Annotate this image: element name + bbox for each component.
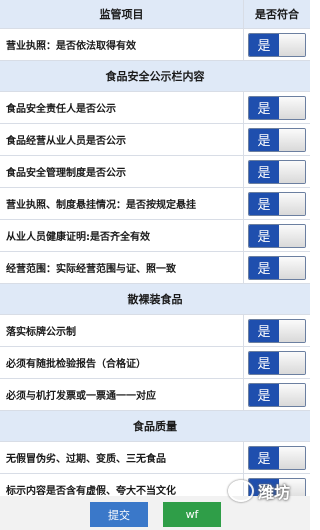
yes-toggle[interactable]: 是 <box>248 223 306 248</box>
check-item-label: 食品安全责任人是否公示 <box>6 104 116 115</box>
check-row: 经营范围：实际经营范围与证、照一致 是 <box>0 252 310 284</box>
toggle-value: 是 <box>249 446 279 469</box>
check-row: 食品安全责任人是否公示 是 <box>0 92 310 124</box>
section-header: 食品安全公示栏内容 <box>0 61 310 92</box>
toggle-value: 是 <box>249 319 279 342</box>
check-item-label: 无假冒伪劣、过期、变质、三无食品 <box>6 454 166 465</box>
status-cell: 是 <box>243 347 310 378</box>
check-row: 食品经营从业人员是否公示 是 <box>0 124 310 156</box>
toggle-knob[interactable] <box>279 128 305 151</box>
status-cell: 是 <box>243 156 310 187</box>
check-row: 从业人员健康证明:是否齐全有效 是 <box>0 220 310 252</box>
toggle-value: 是 <box>249 256 279 279</box>
toggle-value: 是 <box>249 224 279 247</box>
status-cell: 是 <box>243 442 310 473</box>
watermark-logo-icon <box>228 480 254 502</box>
toggle-value: 是 <box>249 128 279 151</box>
toggle-knob[interactable] <box>279 160 305 183</box>
toggle-knob[interactable] <box>279 224 305 247</box>
toggle-knob[interactable] <box>279 319 305 342</box>
check-button[interactable]: wf <box>163 502 221 527</box>
table-header: 监管项目 是否符合 <box>0 0 310 29</box>
toggle-knob[interactable] <box>279 383 305 406</box>
yes-toggle[interactable]: 是 <box>248 95 306 120</box>
yes-toggle[interactable]: 是 <box>248 127 306 152</box>
check-row: 营业执照、制度悬挂情况：是否按规定悬挂 是 <box>0 188 310 220</box>
status-cell: 是 <box>243 29 310 60</box>
yes-toggle[interactable]: 是 <box>248 350 306 375</box>
yes-toggle[interactable]: 是 <box>248 159 306 184</box>
watermark: 潍坊 <box>228 478 310 504</box>
yes-toggle[interactable]: 是 <box>248 191 306 216</box>
toggle-value: 是 <box>249 96 279 119</box>
header-status-label: 是否符合 <box>243 0 310 28</box>
status-cell: 是 <box>243 220 310 251</box>
toggle-value: 是 <box>249 192 279 215</box>
check-item-label: 经营范围：实际经营范围与证、照一致 <box>6 264 176 275</box>
section-header: 散裸装食品 <box>0 284 310 315</box>
check-row: 落实标牌公示制 是 <box>0 315 310 347</box>
check-item-label: 必须与机打发票或一票通一一对应 <box>6 391 156 402</box>
watermark-text: 潍坊 <box>258 483 291 502</box>
toggle-value: 是 <box>249 351 279 374</box>
yes-toggle[interactable]: 是 <box>248 32 306 57</box>
header-item-label: 监管项目 <box>99 8 144 21</box>
check-row: 食品安全管理制度是否公示 是 <box>0 156 310 188</box>
check-item-label: 必须有随批检验报告（合格证） <box>6 359 146 370</box>
toggle-value: 是 <box>249 160 279 183</box>
toggle-knob[interactable] <box>279 33 305 56</box>
check-row: 必须与机打发票或一票通一一对应 是 <box>0 379 310 411</box>
toggle-knob[interactable] <box>279 351 305 374</box>
check-item-label: 从业人员健康证明:是否齐全有效 <box>6 232 150 243</box>
status-cell: 是 <box>243 379 310 410</box>
status-cell: 是 <box>243 188 310 219</box>
check-item-label: 食品安全管理制度是否公示 <box>6 168 126 179</box>
table-body: 营业执照：是否依法取得有效是食品安全公示栏内容 食品安全责任人是否公示是食品经营从… <box>0 29 310 506</box>
toggle-value: 是 <box>249 383 279 406</box>
status-cell: 是 <box>243 252 310 283</box>
check-item-label: 营业执照、制度悬挂情况：是否按规定悬挂 <box>6 200 196 211</box>
check-item-label: 营业执照：是否依法取得有效 <box>6 41 136 52</box>
check-row: 必须有随批检验报告（合格证） 是 <box>0 347 310 379</box>
toggle-knob[interactable] <box>279 446 305 469</box>
yes-toggle[interactable]: 是 <box>248 382 306 407</box>
yes-toggle[interactable]: 是 <box>248 255 306 280</box>
toggle-value: 是 <box>249 33 279 56</box>
status-cell: 是 <box>243 315 310 346</box>
status-cell: 是 <box>243 124 310 155</box>
submit-button[interactable]: 提交 <box>90 502 148 527</box>
yes-toggle[interactable]: 是 <box>248 445 306 470</box>
status-cell: 是 <box>243 92 310 123</box>
toggle-knob[interactable] <box>279 192 305 215</box>
toggle-knob[interactable] <box>279 96 305 119</box>
inspection-table: 监管项目 是否符合 营业执照：是否依法取得有效是食品安全公示栏内容 食品安全责任人… <box>0 0 310 506</box>
check-item-label: 食品经营从业人员是否公示 <box>6 136 126 147</box>
check-row: 无假冒伪劣、过期、变质、三无食品 是 <box>0 442 310 474</box>
yes-toggle[interactable]: 是 <box>248 318 306 343</box>
section-header: 食品质量 <box>0 411 310 442</box>
check-row: 营业执照：是否依法取得有效 是 <box>0 29 310 61</box>
check-item-label: 落实标牌公示制 <box>6 327 76 338</box>
toggle-knob[interactable] <box>279 256 305 279</box>
